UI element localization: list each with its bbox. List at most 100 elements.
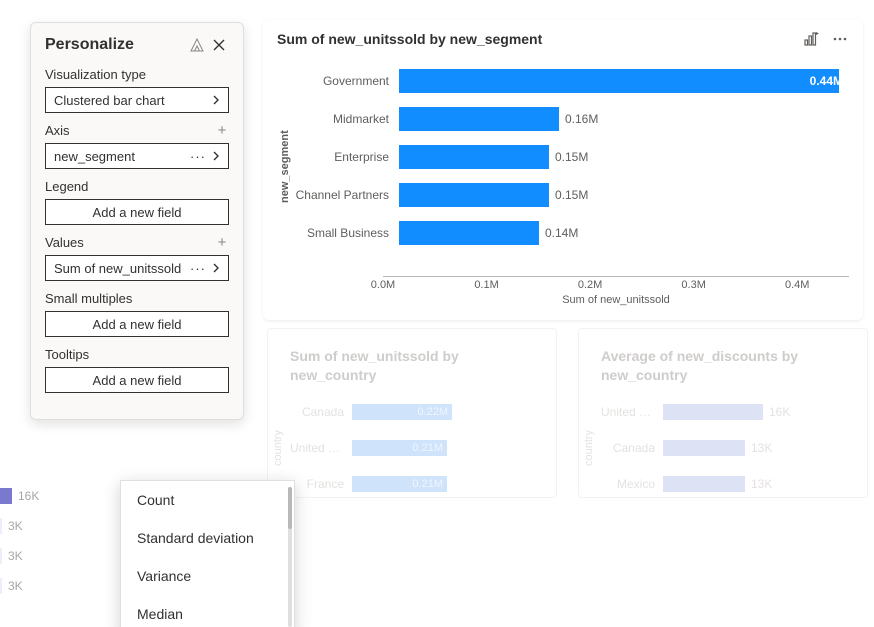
faded-bar-row: Canada 13K [601,439,845,457]
background-bar-row: 16K [0,488,110,504]
bar: 0.22M [352,404,452,420]
add-legend-field[interactable]: Add a new field [45,199,229,225]
bar [0,488,12,504]
x-axis-tick: 0.0M [371,279,395,291]
context-menu-item[interactable]: Variance [121,557,294,595]
context-menu-item[interactable]: Count [121,481,294,519]
x-axis-tick: 0.3M [681,279,705,291]
background-chart-left: 16K 3K 3K 3K [0,488,110,608]
bar-value-label: 0.22M [417,404,448,420]
add-axis-field-icon[interactable]: + [215,124,229,138]
y-axis-label: country [583,430,595,466]
chevron-right-icon [210,150,222,162]
category-label: Mexico [601,477,663,491]
axis-field-value: new_segment [54,149,186,164]
category-label: Canada [601,441,663,455]
chart-bar-row[interactable]: Government 0.44M [293,62,849,100]
faded-bar-row: United St…0.21M [290,439,534,457]
chart-bar-row[interactable]: Enterprise 0.15M [293,138,849,176]
bar-value-label: 13K [751,477,772,491]
personalize-visual-icon[interactable] [803,30,821,48]
category-label: Government [293,74,399,88]
y-axis-label: country [272,430,284,466]
category-label: Midmarket [293,112,399,126]
bar-value-label: 0.16M [565,107,598,131]
field-menu-icon[interactable]: ··· [186,149,210,164]
close-icon[interactable] [209,35,229,55]
field-menu-icon[interactable]: ··· [186,261,210,276]
context-menu-item[interactable]: Standard deviation [121,519,294,557]
faded-bar-row: United St… 16K [601,403,845,421]
bar[interactable] [399,221,539,245]
x-axis-tick: 0.4M [785,279,809,291]
bar-value-label: 0.21M [412,476,443,492]
bar: 0.21M [352,476,447,492]
bar-value-label: 16K [18,489,39,503]
bar-value-label: 0.44M [810,69,843,93]
background-bar-row: 3K [0,548,110,564]
values-label: Values [45,235,84,250]
bar[interactable] [399,183,549,207]
viz-type-value: Clustered bar chart [54,93,210,108]
pane-title: Personalize [45,36,185,54]
chart-title: Sum of new_unitssold by new_country [290,347,534,385]
bar [0,578,2,594]
category-label: Enterprise [293,150,399,164]
viz-type-dropdown[interactable]: Clustered bar chart [45,87,229,113]
faded-bar-row: France 0.21M [290,475,534,493]
background-bar-row: 3K [0,518,110,534]
axis-label: Axis [45,123,70,138]
bar[interactable] [399,69,839,93]
bar-value-label: 13K [751,441,772,455]
small-multiples-label: Small multiples [45,291,132,306]
reset-icon[interactable] [187,35,207,55]
context-menu-item[interactable]: Median [121,595,294,627]
bar [663,440,745,456]
background-bar-row: 3K [0,578,110,594]
bar-value-label: 0.21M [412,440,443,456]
add-tooltips-field[interactable]: Add a new field [45,367,229,393]
category-label: Channel Partners [293,188,399,202]
values-field-well[interactable]: Sum of new_unitssold ··· [45,255,229,281]
category-label: Canada [290,405,352,419]
values-field-value: Sum of new_unitssold [54,261,186,276]
faded-chart-discounts-by-country: Average of new_discounts by new_country … [578,328,868,498]
category-label: United St… [601,405,663,419]
chart-bar-row[interactable]: Small Business0.14M [293,214,849,252]
x-axis-title: Sum of new_unitssold [383,294,849,306]
bar-value-label: 3K [8,579,23,593]
chart-title: Average of new_discounts by new_country [601,347,845,385]
y-axis-title: new_segment [277,62,293,272]
bar[interactable] [399,145,549,169]
category-label: Small Business [293,226,399,240]
scrollbar-thumb[interactable] [288,487,292,529]
chevron-right-icon [210,94,222,106]
chart-title: Sum of new_unitssold by new_segment [277,31,803,47]
x-axis-tick: 0.2M [578,279,602,291]
bar-value-label: 3K [8,519,23,533]
personalize-pane: Personalize Visualization type Clustered… [30,22,244,420]
bar[interactable] [399,107,559,131]
more-options-icon[interactable] [831,30,849,48]
faded-bar-row: Mexico 13K [601,475,845,493]
bar [663,476,745,492]
bar [663,404,763,420]
chart-bar-row[interactable]: Channel Partners 0.15M [293,176,849,214]
add-values-field-icon[interactable]: + [215,236,229,250]
tooltips-label: Tooltips [45,347,89,362]
faded-chart-units-by-country: Sum of new_unitssold by new_country coun… [267,328,557,498]
viz-type-label: Visualization type [45,67,146,82]
bar [0,518,2,534]
bar-value-label: 0.15M [555,183,588,207]
aggregation-context-menu: CountStandard deviationVarianceMedian [120,480,295,627]
axis-field-well[interactable]: new_segment ··· [45,143,229,169]
bar: 0.21M [352,440,447,456]
main-chart-card[interactable]: Sum of new_unitssold by new_segment new_… [263,20,863,320]
chart-bar-row[interactable]: Midmarket 0.16M [293,100,849,138]
category-label: France [290,477,352,491]
bar-value-label: 16K [769,405,790,419]
bar-value-label: 0.15M [555,145,588,169]
add-small-multiples-field[interactable]: Add a new field [45,311,229,337]
faded-bar-row: Canada 0.22M [290,403,534,421]
bar-value-label: 3K [8,549,23,563]
